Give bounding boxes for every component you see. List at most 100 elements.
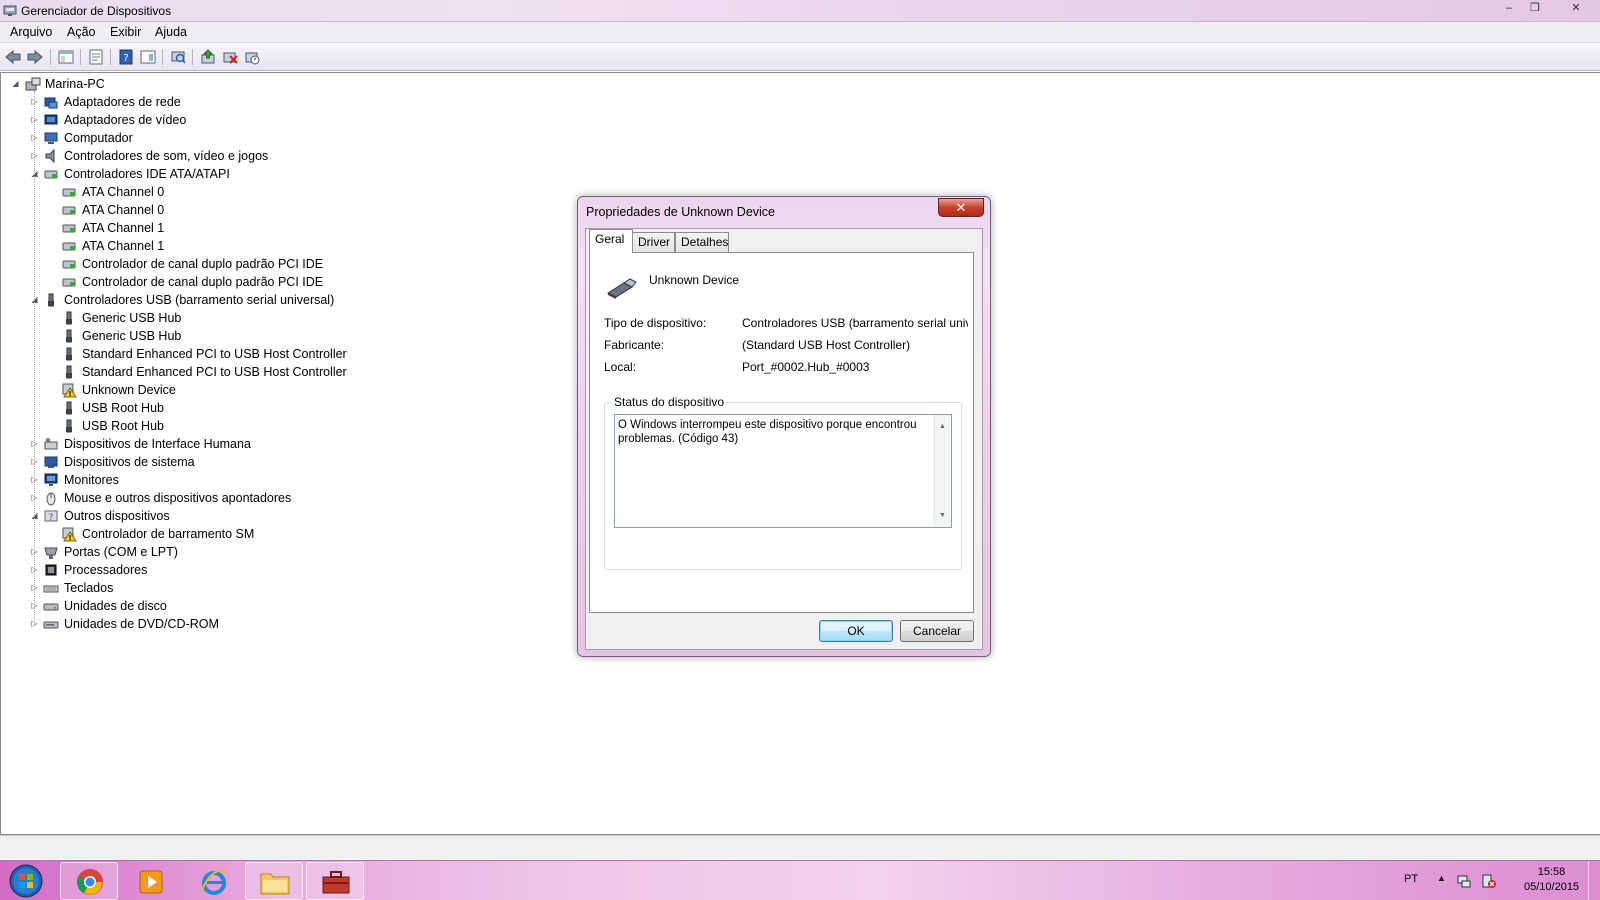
menu-acao[interactable]: Ação bbox=[67, 25, 96, 39]
tree-category[interactable]: ▷ Adaptadores de vídeo bbox=[1, 111, 341, 129]
tree-device[interactable]: USB Root Hub bbox=[1, 399, 341, 417]
tree-device[interactable]: Controlador de barramento SM bbox=[1, 525, 341, 543]
tree-device[interactable]: Standard Enhanced PCI to USB Host Contro… bbox=[1, 363, 347, 381]
toolbar-separator bbox=[110, 49, 111, 65]
tree-category[interactable]: ▷ Dispositivos de sistema bbox=[1, 453, 341, 471]
disk-drive-icon bbox=[43, 603, 59, 611]
tree-device[interactable]: Controlador de canal duplo padrão PCI ID… bbox=[1, 273, 341, 291]
tree-category[interactable]: ◢? Outros dispositivos bbox=[1, 507, 341, 525]
taskbar-media-player[interactable] bbox=[121, 862, 179, 900]
maximize-button[interactable]: ❐ bbox=[1522, 0, 1548, 18]
window-title: Gerenciador de Dispositivos bbox=[21, 4, 172, 18]
ok-button[interactable]: OK bbox=[819, 620, 893, 642]
tree-device[interactable]: Unknown Device bbox=[1, 381, 341, 399]
tree-device[interactable]: Generic USB Hub bbox=[1, 309, 341, 327]
expanded-arrow-icon[interactable]: ◢ bbox=[11, 79, 20, 88]
ide-channel-icon bbox=[62, 224, 76, 233]
forward-icon[interactable] bbox=[26, 48, 44, 66]
svg-text:?: ? bbox=[49, 513, 54, 523]
ide-channel-icon bbox=[62, 188, 76, 197]
tree-category[interactable]: ◢ Controladores USB (barramento serial un… bbox=[1, 291, 341, 309]
warning-icon bbox=[62, 527, 77, 542]
tree-category[interactable]: ◢ Controladores IDE ATA/ATAPI bbox=[1, 165, 341, 183]
internet-explorer-icon bbox=[201, 869, 227, 895]
scroll-up-icon[interactable]: ▲ bbox=[939, 420, 946, 434]
tree-category[interactable]: ▷ Mouse e outros dispositivos apontadores bbox=[1, 489, 341, 507]
toolbar-separator bbox=[192, 49, 193, 65]
tree-item-label: Unknown Device bbox=[82, 383, 176, 397]
tree-category[interactable]: ▷ Processadores bbox=[1, 561, 341, 579]
usb-plug-icon bbox=[66, 347, 72, 361]
display-adapter-icon bbox=[44, 114, 58, 125]
help-icon[interactable]: ? bbox=[117, 48, 135, 66]
tree-item-label: Adaptadores de vídeo bbox=[64, 113, 187, 127]
status-scrollbar[interactable]: ▲ ▼ bbox=[934, 415, 951, 527]
power-warning-tray-icon[interactable] bbox=[1481, 873, 1497, 889]
tree-item-label: Unidades de DVD/CD-ROM bbox=[64, 617, 219, 631]
tree-category[interactable]: ▷ Unidades de disco bbox=[1, 597, 341, 615]
menu-arquivo[interactable]: Arquivo bbox=[10, 25, 52, 39]
dialog-close-button[interactable]: ✕ bbox=[938, 198, 984, 217]
minimize-button[interactable]: ‒ bbox=[1496, 0, 1522, 18]
tree-category[interactable]: ▷ Adaptadores de rede bbox=[1, 93, 341, 111]
start-button-icon[interactable] bbox=[6, 863, 46, 899]
tree-item-label: Portas (COM e LPT) bbox=[64, 545, 178, 559]
processor-icon bbox=[45, 564, 57, 576]
tree-device[interactable]: USB Root Hub bbox=[1, 417, 341, 435]
tree-item-label: USB Root Hub bbox=[82, 419, 164, 433]
update-driver-icon[interactable] bbox=[199, 48, 217, 66]
taskbar-file-explorer[interactable] bbox=[245, 862, 303, 900]
menu-ajuda[interactable]: Ajuda bbox=[155, 25, 187, 39]
tree-item-label: ATA Channel 0 bbox=[82, 185, 165, 199]
properties-icon[interactable] bbox=[87, 48, 105, 66]
usb-plug-icon bbox=[66, 401, 72, 415]
clock-time: 15:58 bbox=[1537, 866, 1566, 878]
root-pc-icon bbox=[25, 77, 41, 91]
tree-category[interactable]: ▷ Unidades de DVD/CD-ROM bbox=[1, 615, 341, 633]
tree-category[interactable]: ▷ Controladores de som, vídeo e jogos bbox=[1, 147, 341, 165]
tree-category[interactable]: ▷ Monitores bbox=[1, 471, 341, 489]
device-name: Unknown Device bbox=[649, 273, 740, 287]
taskbar-internet-explorer[interactable] bbox=[184, 862, 242, 900]
show-hidden-icons-icon[interactable]: ▲ bbox=[1437, 873, 1446, 883]
disable-icon[interactable] bbox=[243, 48, 261, 66]
cancel-button[interactable]: Cancelar bbox=[900, 620, 974, 642]
tree-item-label: Controlador de canal duplo padrão PCI ID… bbox=[82, 275, 324, 289]
back-icon[interactable] bbox=[4, 48, 22, 66]
tree-category[interactable]: ▷ Computador bbox=[1, 129, 341, 147]
port-icon bbox=[44, 547, 58, 559]
tree-device[interactable]: ATA Channel 0 bbox=[1, 183, 341, 201]
status-bar bbox=[0, 835, 1600, 859]
tree-item-label: Teclados bbox=[64, 581, 114, 595]
uninstall-icon[interactable] bbox=[221, 48, 239, 66]
tree-device[interactable]: Generic USB Hub bbox=[1, 327, 341, 345]
toolbar-separator bbox=[80, 49, 81, 65]
tree-category[interactable]: ▷ Portas (COM e LPT) bbox=[1, 543, 341, 561]
close-button[interactable]: ✕ bbox=[1558, 0, 1594, 18]
network-tray-icon[interactable] bbox=[1456, 873, 1472, 889]
action-pane-icon[interactable] bbox=[139, 48, 157, 66]
taskbar-chrome[interactable] bbox=[60, 862, 118, 900]
language-indicator[interactable]: PT bbox=[1404, 873, 1418, 885]
device-status-textbox[interactable]: O Windows interrompeu este dispositivo p… bbox=[614, 414, 952, 528]
scan-hardware-icon[interactable] bbox=[169, 48, 187, 66]
tab-driver[interactable]: Driver bbox=[632, 232, 675, 252]
toolbar: ? bbox=[0, 43, 1600, 71]
tree-category[interactable]: ▷ Teclados bbox=[1, 579, 341, 597]
tab-geral[interactable]: Geral bbox=[589, 229, 633, 253]
console-tree-icon[interactable] bbox=[57, 48, 75, 66]
menu-exibir[interactable]: Exibir bbox=[110, 25, 141, 39]
tree-device[interactable]: ATA Channel 0 bbox=[1, 201, 341, 219]
tree-root-label: Marina-PC bbox=[45, 77, 105, 91]
scroll-down-icon[interactable]: ▼ bbox=[939, 509, 946, 523]
taskbar-device-manager[interactable] bbox=[306, 862, 364, 900]
toolbar-separator bbox=[50, 49, 51, 65]
tree-device[interactable]: ATA Channel 1 bbox=[1, 219, 341, 237]
tab-detalhes[interactable]: Detalhes bbox=[675, 232, 729, 252]
tree-device[interactable]: Standard Enhanced PCI to USB Host Contro… bbox=[1, 345, 347, 363]
tree-device[interactable]: ATA Channel 1 bbox=[1, 237, 341, 255]
clock[interactable]: 15:58 05/10/2015 bbox=[1524, 865, 1579, 895]
tree-device[interactable]: Controlador de canal duplo padrão PCI ID… bbox=[1, 255, 341, 273]
show-desktop-button[interactable] bbox=[1588, 861, 1600, 900]
tree-category[interactable]: ▷ Dispositivos de Interface Humana bbox=[1, 435, 341, 453]
